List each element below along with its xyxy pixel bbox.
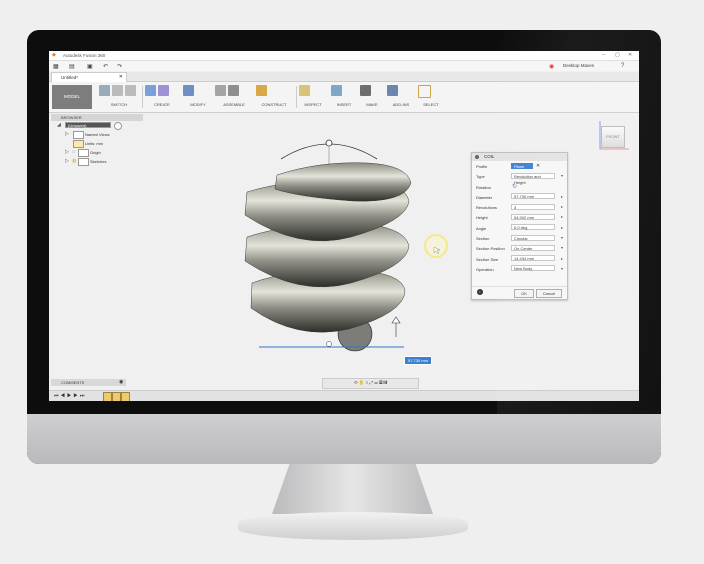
app-screen: ◆ Autodesk Fusion 360 – ▢ ✕ ▦ ▤ ▣ ↶ ↷ ◉ … (49, 51, 639, 401)
type-row: Type Revolution and Height ▾ (472, 171, 567, 185)
height-row: Height 54.902 mm ▸ (472, 212, 567, 222)
monitor-frame: ◆ Autodesk Fusion 360 – ▢ ✕ ▦ ▤ ▣ ↶ ↷ ◉ … (27, 30, 661, 464)
coil-dialog-footer: i OK Cancel (472, 286, 567, 299)
add-comment-icon[interactable]: ◉ (119, 379, 123, 385)
section-row: Section Circular ▾ (472, 233, 567, 243)
operation-select[interactable]: New Body (511, 265, 555, 272)
revolutions-row: Revolutions 3 ▸ (472, 202, 567, 212)
expression-arrow-icon[interactable]: ▸ (561, 204, 563, 209)
height-label: Height (476, 215, 488, 221)
chevron-down-icon[interactable]: ▾ (561, 173, 563, 178)
coil-dialog: COIL Profile Plane ✕ Type Revolution and… (471, 152, 568, 300)
diameter-row: Diameter 57.730 mm ▸ (472, 192, 567, 202)
monitor-stand-neck (272, 464, 433, 514)
height-manipulator[interactable] (391, 316, 401, 337)
profile-selection[interactable]: Plane (511, 162, 533, 169)
clear-selection-icon[interactable]: ✕ (536, 163, 540, 169)
collapse-dialog-icon[interactable] (475, 155, 479, 159)
timeline-sketch-feature-icon[interactable] (103, 392, 112, 401)
grid-settings-icon[interactable]: ▦ (379, 380, 382, 385)
chevron-down-icon[interactable]: ▾ (561, 266, 563, 271)
monitor-chin (27, 414, 661, 464)
angle-row: Angle 0.0 deg ▸ (472, 223, 567, 233)
section-size-row: Section Size 14.434 mm ▸ (472, 254, 567, 264)
diameter-label: Diameter (476, 194, 493, 200)
expression-arrow-icon[interactable]: ▸ (561, 256, 563, 261)
display-settings-icon[interactable]: ▭ (374, 380, 377, 385)
section-position-label: Section Position (476, 246, 505, 252)
coil-dialog-title: COIL (484, 154, 495, 159)
comments-panel-header[interactable]: COMMENTS (51, 379, 126, 386)
section-size-label: Section Size (476, 256, 499, 262)
timeline-playback-controls[interactable]: ⏮◀▶▶⏭ (54, 393, 86, 399)
timeline-sketch-feature-icon[interactable] (121, 392, 130, 401)
navigation-bar[interactable]: ⟲ ✋ ⌕ ⤢ ▭ ▦ ▥ (322, 378, 419, 389)
cancel-button[interactable]: Cancel (536, 289, 562, 298)
orbit-icon[interactable]: ⟲ (354, 380, 358, 385)
section-label: Section (476, 236, 490, 242)
expression-arrow-icon[interactable]: ▸ (561, 214, 563, 219)
revolutions-field[interactable]: 3 (511, 203, 555, 210)
section-position-select[interactable]: On Center (511, 244, 555, 251)
height-field[interactable]: 54.902 mm (511, 213, 555, 220)
angle-label: Angle (476, 225, 487, 231)
info-icon[interactable]: i (477, 289, 483, 295)
click-highlight (424, 234, 448, 258)
expression-arrow-icon[interactable]: ▸ (561, 225, 563, 230)
expression-arrow-icon[interactable]: ▸ (561, 194, 563, 199)
diameter-field[interactable]: 57.730 mm (511, 193, 555, 200)
operation-label: Operation (476, 266, 494, 272)
revolutions-label: Revolutions (476, 205, 497, 211)
profile-label: Profile (476, 164, 488, 169)
diameter-manipulator[interactable] (259, 341, 404, 348)
rotation-label: Rotation (476, 184, 491, 190)
profile-row: Profile Plane ✕ (472, 161, 567, 171)
chevron-down-icon[interactable]: ▾ (561, 235, 563, 240)
rotation-row: Rotation ↻ (472, 182, 567, 192)
section-size-field[interactable]: 14.434 mm (511, 255, 555, 262)
rotation-toggle-icon[interactable]: ↻ (512, 183, 517, 190)
timeline-sketch-feature-icon[interactable] (112, 392, 121, 401)
pan-icon[interactable]: ✋ (359, 380, 365, 385)
monitor-stand-base (238, 512, 468, 540)
zoom-icon[interactable]: ⌕ (366, 380, 369, 385)
chevron-down-icon[interactable]: ▾ (561, 245, 563, 250)
type-select[interactable]: Revolution and Height (511, 172, 555, 185)
timeline-bar: ⏮◀▶▶⏭ (49, 390, 639, 401)
section-position-row: Section Position On Center ▾ (472, 243, 567, 253)
diameter-input[interactable]: 57.730 mm (404, 356, 432, 365)
coil-dialog-header[interactable]: COIL (472, 153, 567, 161)
operation-row: Operation New Body ▾ (472, 264, 567, 274)
type-label: Type (476, 174, 485, 180)
fit-icon[interactable]: ⤢ (370, 380, 374, 385)
viewports-icon[interactable]: ▥ (384, 380, 387, 385)
ok-button[interactable]: OK (514, 289, 534, 298)
angle-field[interactable]: 0.0 deg (511, 224, 555, 231)
section-select[interactable]: Circular (511, 234, 555, 241)
